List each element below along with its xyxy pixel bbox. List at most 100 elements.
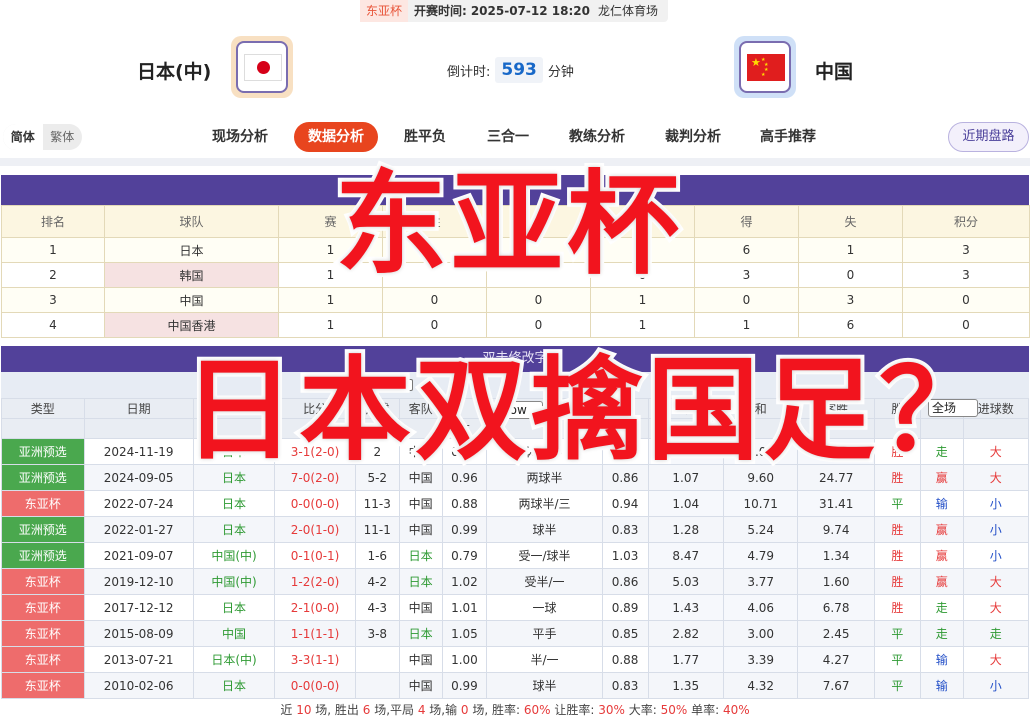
home-team[interactable]: 中国(中) (192, 542, 276, 569)
standings-cell: 1 (798, 237, 903, 263)
standings-team[interactable]: 日本 (104, 237, 279, 263)
away-team[interactable]: 中国 (398, 490, 443, 517)
history-header-12: 胜 (873, 398, 921, 419)
away-team[interactable]: 中国 (398, 646, 443, 673)
history-subheader-13 (919, 418, 964, 439)
home-odds: 0.96 (441, 438, 488, 465)
history-header-9: 主胜 (647, 398, 724, 419)
away-team[interactable]: 中国 (398, 516, 443, 543)
match-score[interactable]: 3-3(1-1) (274, 646, 356, 673)
home-team-flag[interactable] (231, 36, 293, 98)
history-subheader-6: 主 (441, 418, 488, 439)
corner-score: 3-8 (354, 620, 400, 647)
match-score[interactable]: 2-1(0-0) (274, 594, 356, 621)
filter-select-row[interactable]: row (501, 401, 543, 419)
home-team[interactable]: 日本 (192, 438, 276, 465)
corner-score: 1-6 (354, 542, 400, 569)
match-score[interactable]: 0-0(0-0) (274, 672, 356, 699)
tab-win-draw-loss[interactable]: 胜平负 (390, 122, 460, 152)
history-header-11: 客胜 (797, 398, 875, 419)
away-team-name[interactable]: 中国 (815, 57, 853, 84)
away-team[interactable]: 日本 (398, 620, 443, 647)
match-type-badge[interactable]: 东亚杯 (1, 646, 85, 673)
away-team[interactable]: 中国 (398, 438, 443, 465)
tab-expert-picks[interactable]: 高手推荐 (746, 122, 830, 152)
home-win-odds: 5.03 (647, 568, 724, 595)
match-type-badge[interactable]: 亚洲预选 (1, 542, 85, 569)
league-tag[interactable]: 东亚杯 (360, 0, 409, 22)
tab-live-analysis[interactable]: 现场分析 (198, 122, 282, 152)
away-team[interactable]: 中国 (398, 464, 443, 491)
match-type-badge[interactable]: 东亚杯 (1, 490, 85, 517)
draw-odds: 5.24 (722, 516, 799, 543)
tab-data-analysis[interactable]: 数据分析 (294, 122, 378, 152)
match-score[interactable]: 0-1(0-1) (274, 542, 356, 569)
standings-team[interactable]: 中国 (104, 287, 279, 313)
summary-part: 大率: (624, 703, 661, 717)
standings-cell: 0 (382, 312, 487, 338)
match-score[interactable]: 1-1(1-1) (274, 620, 356, 647)
tab-referee-analysis[interactable]: 裁判分析 (651, 122, 735, 152)
filter-select-period[interactable]: 全场 (928, 399, 978, 417)
standings-cell: 0 (798, 262, 903, 288)
match-type-badge[interactable]: 亚洲预选 (1, 464, 85, 491)
result-handicap: 输 (919, 490, 964, 517)
filter-checkbox[interactable] (401, 379, 413, 391)
recent-handicap-button[interactable]: 近期盘路 (948, 122, 1029, 152)
lang-simplified[interactable]: 简体 (3, 124, 43, 150)
away-team[interactable]: 中国 (398, 594, 443, 621)
match-score[interactable]: 0-0(0-0) (274, 490, 356, 517)
home-team[interactable]: 日本 (192, 672, 276, 699)
history-subheader-9 (647, 418, 724, 439)
draw-odds: 4.06 (722, 594, 799, 621)
home-team-name[interactable]: 日本(中) (137, 57, 211, 84)
match-type-badge[interactable]: 东亚杯 (1, 568, 85, 595)
handicap-line: 平手 (486, 620, 603, 647)
draw-odds: 7.00 (722, 438, 799, 465)
standings-team[interactable]: 韩国 (104, 262, 279, 288)
table-row: 亚洲预选 2024-09-05 日本 7-0(2-0) 5-2 中国 0.96 两球半 0.86… (1, 464, 1030, 491)
away-team-flag[interactable]: ★ ★ ★ ★ ★ (734, 36, 796, 98)
standings-cell: 1 (278, 262, 383, 288)
away-team[interactable]: 日本 (398, 568, 443, 595)
away-team[interactable]: 日本 (398, 542, 443, 569)
tab-three-in-one[interactable]: 三合一 (473, 122, 543, 152)
match-type-badge[interactable]: 东亚杯 (1, 620, 85, 647)
away-team[interactable]: 中国 (398, 672, 443, 699)
match-type-badge[interactable]: 亚洲预选 (1, 516, 85, 543)
home-team[interactable]: 日本 (192, 516, 276, 543)
home-team[interactable]: 中国 (192, 620, 276, 647)
match-type-badge[interactable]: 东亚杯 (1, 594, 85, 621)
match-score[interactable]: 7-0(2-0) (274, 464, 356, 491)
history-filter-row (1, 372, 1029, 398)
away-odds: 1.03 (601, 542, 649, 569)
match-type-badge[interactable]: 东亚杯 (1, 672, 85, 699)
match-date: 2015-08-09 (83, 620, 194, 647)
tab-coach-analysis[interactable]: 教练分析 (555, 122, 639, 152)
away-odds: 0.89 (601, 594, 649, 621)
home-team[interactable]: 日本 (192, 490, 276, 517)
corner-score: 4-3 (354, 594, 400, 621)
lang-traditional[interactable]: 繁体 (43, 124, 83, 150)
home-team[interactable]: 中国(中) (192, 568, 276, 595)
home-team[interactable]: 日本 (192, 464, 276, 491)
result-outcome: 胜 (873, 516, 921, 543)
summary-part: 近 (280, 703, 297, 717)
match-type-badge[interactable]: 亚洲预选 (1, 438, 85, 465)
home-team[interactable]: 日本(中) (192, 646, 276, 673)
standings-title-bar (1, 175, 1029, 205)
match-score[interactable]: 1-2(2-0) (274, 568, 356, 595)
standings-team[interactable]: 中国香港 (104, 312, 279, 338)
home-team[interactable]: 日本 (192, 594, 276, 621)
result-outcome: 平 (873, 672, 921, 699)
result-outcome: 胜 (873, 568, 921, 595)
language-toggle[interactable]: 简体 繁体 (3, 124, 82, 150)
away-odds: 0.94 (601, 490, 649, 517)
handicap-line: 受一/球半 (486, 542, 603, 569)
history-subheader-11 (797, 418, 875, 439)
match-score[interactable]: 3-1(2-0) (274, 438, 356, 465)
away-win-odds: 6.78 (797, 594, 875, 621)
result-handicap: 赢 (919, 516, 964, 543)
match-score[interactable]: 2-0(1-0) (274, 516, 356, 543)
away-odds: 0.88 (601, 646, 649, 673)
